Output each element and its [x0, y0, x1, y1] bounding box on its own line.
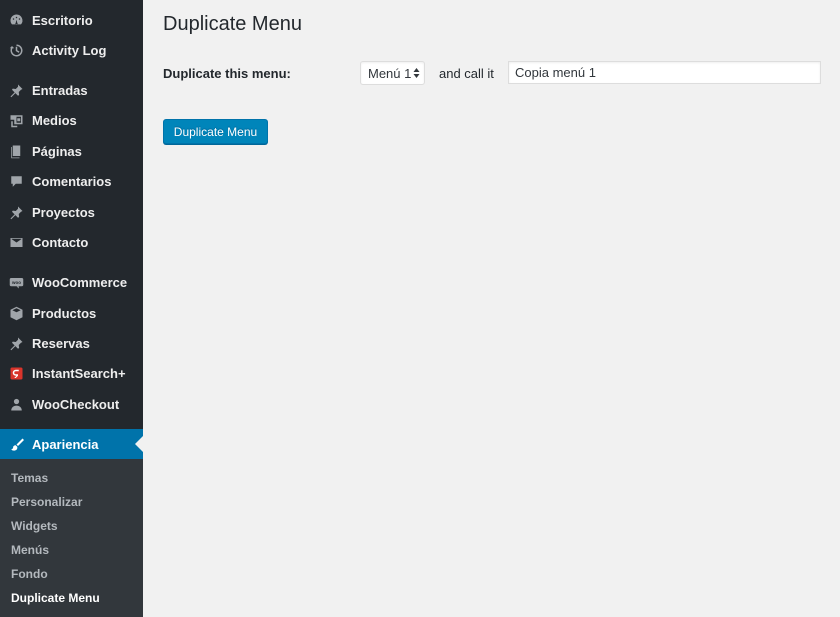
page-title: Duplicate Menu	[163, 13, 302, 35]
sidebar-item-label: Productos	[32, 305, 97, 321]
media-icon	[0, 113, 32, 128]
submenu-item-widgets[interactable]: Widgets	[11, 519, 58, 533]
sidebar-item-apariencia[interactable]: Apariencia	[0, 429, 143, 459]
sidebar-item-label: Apariencia	[32, 436, 99, 452]
sidebar-item-woocheckout[interactable]: WooCheckout	[0, 389, 143, 419]
menu-select-value: Menú 1	[368, 65, 412, 81]
sidebar-item-label: WooCheckout	[32, 396, 120, 412]
dashboard-icon	[0, 13, 32, 28]
pin-icon	[0, 336, 32, 351]
duplicate-menu-label: Duplicate this menu:	[163, 66, 291, 81]
new-menu-name-input[interactable]	[508, 61, 821, 84]
sidebar-item-instantsearch[interactable]: InstantSearch+	[0, 358, 143, 388]
pin-icon	[0, 83, 32, 98]
sidebar-item-reservas[interactable]: Reservas	[0, 328, 143, 358]
sidebar-item-contacto[interactable]: Contacto	[0, 227, 143, 257]
sidebar-item-label: WooCommerce	[32, 274, 128, 290]
svg-text:woo: woo	[11, 280, 21, 285]
submenu-item-personalizar[interactable]: Personalizar	[11, 495, 82, 509]
sidebar-item-escritorio[interactable]: Escritorio	[0, 5, 143, 35]
sidebar-item-paginas[interactable]: Páginas	[0, 136, 143, 166]
menu-select[interactable]: Menú 1	[360, 61, 425, 85]
sidebar-item-label: Proyectos	[32, 204, 95, 220]
envelope-icon	[0, 235, 32, 250]
woo-icon: woo	[0, 275, 32, 290]
call-it-label: and call it	[439, 66, 494, 81]
sidebar-item-label: InstantSearch+	[32, 365, 126, 381]
submenu-item-fondo[interactable]: Fondo	[11, 567, 48, 581]
comment-icon	[0, 174, 32, 189]
instantsearch-icon	[0, 366, 32, 381]
sidebar-item-label: Reservas	[32, 335, 90, 351]
sidebar-item-label: Activity Log	[32, 42, 107, 58]
submenu-item-temas[interactable]: Temas	[11, 471, 48, 485]
duplicate-menu-button[interactable]: Duplicate Menu	[163, 119, 268, 144]
sidebar-item-label: Medios	[32, 112, 77, 128]
submenu-item-duplicate-menu[interactable]: Duplicate Menu	[11, 591, 100, 605]
select-arrows-icon	[413, 68, 420, 78]
sidebar-item-label: Escritorio	[32, 12, 93, 28]
history-icon	[0, 43, 32, 58]
submenu-item-menus[interactable]: Menús	[11, 543, 49, 557]
user-icon	[0, 397, 32, 412]
sidebar-item-label: Entradas	[32, 82, 88, 98]
sidebar-item-proyectos[interactable]: Proyectos	[0, 197, 143, 227]
pin-icon	[0, 205, 32, 220]
sidebar-item-label: Contacto	[32, 234, 89, 250]
box-icon	[0, 306, 32, 321]
sidebar-item-label: Comentarios	[32, 173, 112, 189]
sidebar-item-woocommerce[interactable]: woo WooCommerce	[0, 267, 143, 297]
sidebar-item-label: Páginas	[32, 143, 82, 159]
admin-sidebar: Escritorio Activity Log Entradas Medios …	[0, 0, 143, 617]
appearance-submenu: Temas Personalizar Widgets Menús Fondo D…	[0, 459, 143, 617]
brush-icon	[0, 437, 32, 452]
sidebar-item-productos[interactable]: Productos	[0, 298, 143, 328]
pages-icon	[0, 144, 32, 159]
sidebar-item-medios[interactable]: Medios	[0, 105, 143, 135]
sidebar-item-comentarios[interactable]: Comentarios	[0, 166, 143, 196]
sidebar-item-entradas[interactable]: Entradas	[0, 75, 143, 105]
sidebar-item-activity-log[interactable]: Activity Log	[0, 35, 143, 65]
